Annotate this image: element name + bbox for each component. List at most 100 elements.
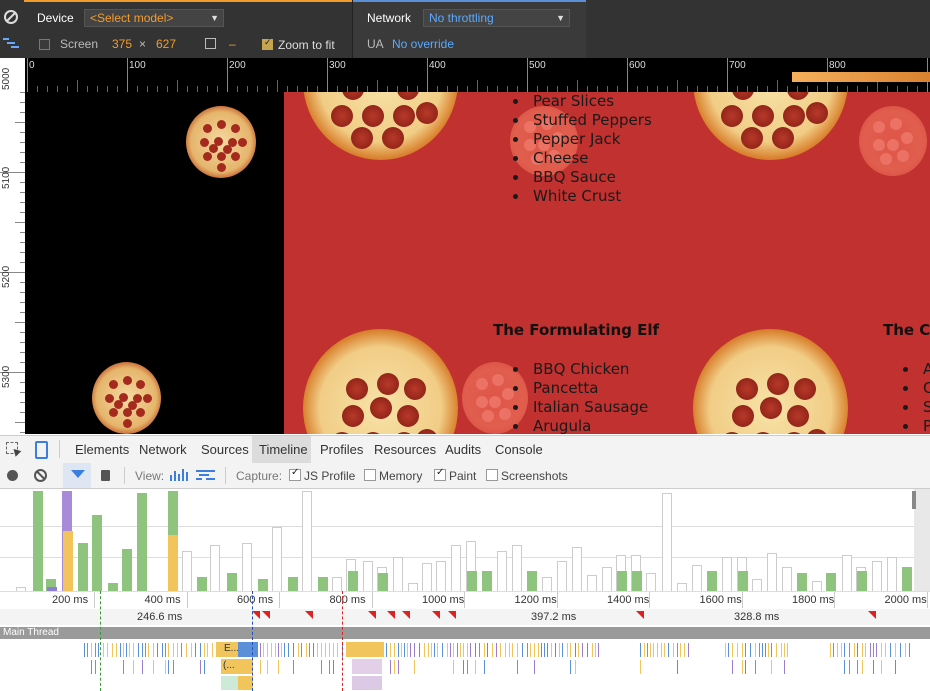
swap-dimensions-icon[interactable] [205, 38, 216, 49]
frame-bar[interactable] [168, 535, 178, 591]
frame-bar[interactable] [92, 515, 102, 591]
frame-bar[interactable] [692, 565, 702, 591]
media-query-icon[interactable] [3, 38, 19, 48]
frame-bar[interactable] [422, 563, 432, 591]
event-block[interactable] [238, 659, 253, 674]
frame-bar[interactable] [722, 557, 732, 591]
main-thread-header[interactable]: Main Thread [0, 627, 930, 639]
frame-bar[interactable] [258, 579, 268, 591]
frame-bar[interactable] [227, 573, 237, 591]
frame-bar[interactable] [393, 557, 403, 591]
frame-bar[interactable] [857, 571, 867, 591]
frame-bar[interactable] [451, 545, 461, 591]
inspect-element-icon[interactable] [6, 442, 22, 457]
frame-bar[interactable] [842, 555, 852, 591]
frame-bar[interactable] [436, 561, 446, 591]
tab-sources[interactable]: Sources [201, 442, 249, 457]
frame-bar[interactable] [646, 573, 656, 591]
screen-height-input[interactable]: 627 [156, 37, 176, 51]
tab-console[interactable]: Console [495, 442, 543, 457]
event-block[interactable] [221, 676, 238, 690]
tab-audits[interactable]: Audits [445, 442, 481, 457]
frame-bar[interactable] [527, 571, 537, 591]
memory-checkbox[interactable] [364, 469, 376, 481]
frame-bar[interactable] [662, 493, 672, 591]
frame-bar[interactable] [767, 553, 777, 591]
event-block[interactable] [352, 676, 382, 690]
frame-duration[interactable]: 397.2 ms [531, 611, 576, 623]
frame-bar[interactable] [902, 567, 912, 591]
frame-bar[interactable] [572, 547, 582, 591]
frame-bar[interactable] [826, 573, 836, 591]
frame-bar[interactable] [302, 491, 312, 591]
frame-bar[interactable] [587, 575, 597, 591]
record-button[interactable] [7, 470, 18, 481]
event-block[interactable]: E... [216, 642, 239, 657]
event-block[interactable] [238, 676, 253, 690]
frame-bar[interactable] [122, 549, 132, 591]
bar-chart-icon[interactable] [170, 469, 188, 481]
frame-bar[interactable] [182, 551, 192, 591]
frame-bar[interactable] [557, 561, 567, 591]
zoom-to-fit-checkbox[interactable]: ✓ [262, 37, 273, 50]
frame-bar[interactable] [482, 571, 492, 591]
frame-bar[interactable] [33, 491, 43, 591]
tab-profiles[interactable]: Profiles [320, 442, 363, 457]
screenshots-checkbox[interactable] [486, 469, 498, 481]
frame-bar[interactable] [63, 531, 73, 591]
no-entry-icon[interactable] [4, 10, 18, 24]
event-block[interactable] [352, 659, 382, 674]
frame-bar[interactable] [632, 571, 642, 591]
frame-bar[interactable] [677, 583, 687, 591]
frame-bar[interactable] [288, 577, 298, 591]
frame-bar[interactable] [467, 571, 477, 591]
frame-bar[interactable] [348, 571, 358, 591]
device-mode-icon[interactable] [35, 441, 48, 459]
frame-bar[interactable] [617, 571, 627, 591]
frame-bar[interactable] [752, 579, 762, 591]
ua-value[interactable]: No override [392, 37, 454, 51]
frame-bar[interactable] [197, 577, 207, 591]
frame-bar[interactable] [78, 543, 88, 591]
frame-bar[interactable] [318, 577, 328, 591]
frame-bar[interactable] [332, 577, 342, 591]
paint-checkbox[interactable]: ✓ [434, 467, 446, 481]
frame-bar[interactable] [378, 573, 388, 591]
filter-icon[interactable] [71, 470, 85, 478]
event-block[interactable] [238, 642, 258, 657]
tab-network[interactable]: Network [139, 442, 187, 457]
frame-bar[interactable] [137, 493, 147, 591]
flame-chart-icon[interactable] [196, 470, 215, 481]
frame-bar[interactable] [272, 527, 282, 591]
tab-elements[interactable]: Elements [75, 442, 129, 457]
clear-button[interactable] [34, 469, 47, 482]
frame-bar[interactable] [542, 577, 552, 591]
overview-handle[interactable] [912, 491, 916, 509]
trash-icon[interactable] [101, 470, 110, 481]
frame-bar[interactable] [408, 583, 418, 591]
screen-checkbox[interactable] [39, 39, 50, 50]
frame-bar[interactable] [872, 561, 882, 591]
frame-bar[interactable] [363, 561, 373, 591]
frame-bar[interactable] [797, 573, 807, 591]
frame-bar[interactable] [242, 543, 252, 591]
frame-bar[interactable] [210, 545, 220, 591]
tab-timeline[interactable]: Timeline [259, 442, 308, 457]
frame-duration[interactable]: 246.6 ms [137, 611, 182, 623]
frame-bar[interactable] [738, 571, 748, 591]
frame-duration[interactable]: 328.8 ms [734, 611, 779, 623]
event-block[interactable]: (... [221, 659, 239, 674]
frame-bar[interactable] [887, 557, 897, 591]
event-block[interactable] [346, 642, 384, 657]
screen-width-input[interactable]: 375 [112, 37, 132, 51]
frame-bar[interactable] [782, 567, 792, 591]
overview-scrollbar[interactable] [914, 489, 930, 591]
js-profile-checkbox[interactable]: ✓ [289, 467, 301, 481]
tab-resources[interactable]: Resources [374, 442, 436, 457]
network-throttling-select[interactable]: No throttling ▼ [423, 9, 570, 27]
frame-bar[interactable] [707, 571, 717, 591]
frame-bar[interactable] [602, 567, 612, 591]
frame-bar[interactable] [108, 583, 118, 591]
frame-bar[interactable] [812, 581, 822, 591]
device-model-select[interactable]: <Select model> ▼ [84, 9, 224, 27]
